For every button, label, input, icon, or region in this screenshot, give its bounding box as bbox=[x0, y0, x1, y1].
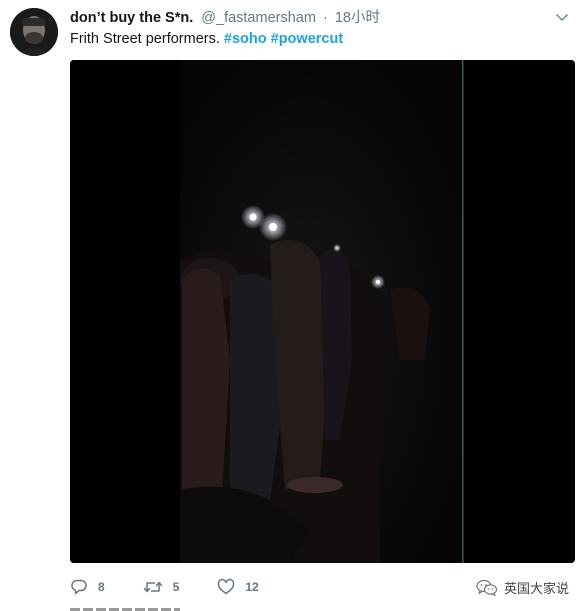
hashtag-soho[interactable]: #soho bbox=[224, 31, 267, 47]
user-handle[interactable]: @_fastamersham bbox=[201, 10, 316, 26]
retweet-icon bbox=[143, 581, 162, 593]
tweet: don’t buy the S*n. @_fastamersham · 18小时… bbox=[0, 0, 585, 611]
separator-dot: · bbox=[322, 10, 328, 26]
reply-button[interactable]: 8 bbox=[70, 578, 105, 596]
heart-icon bbox=[218, 578, 235, 595]
tweet-text-body: Frith Street performers. bbox=[70, 31, 220, 47]
chevron-down-icon[interactable] bbox=[555, 10, 569, 24]
wechat-watermark: 英国大家说 bbox=[476, 578, 569, 597]
tweet-text: Frith Street performers. #soho #powercut bbox=[70, 30, 343, 48]
display-name[interactable]: don’t buy the S*n. bbox=[70, 10, 193, 26]
video-frame bbox=[70, 60, 575, 563]
watermark-text: 英国大家说 bbox=[503, 581, 569, 596]
video-player[interactable] bbox=[70, 60, 575, 563]
user-avatar[interactable] bbox=[10, 8, 58, 56]
reply-icon bbox=[71, 579, 87, 595]
tweet-header: don’t buy the S*n. @_fastamersham · 18小时 bbox=[70, 9, 380, 27]
avatar-image bbox=[10, 8, 58, 56]
next-tweet-text-fragment bbox=[70, 604, 190, 611]
tweet-timestamp[interactable]: 18小时 bbox=[335, 10, 380, 26]
hashtag-powercut[interactable]: #powercut bbox=[271, 31, 344, 47]
like-count: 12 bbox=[245, 580, 259, 594]
reply-count: 8 bbox=[98, 580, 105, 594]
wechat-icon bbox=[476, 579, 498, 596]
tweet-actions: 8 5 12 bbox=[70, 576, 297, 598]
like-button[interactable]: 12 bbox=[217, 578, 259, 596]
retweet-count: 5 bbox=[172, 580, 180, 594]
retweet-button[interactable]: 5 bbox=[143, 578, 180, 596]
